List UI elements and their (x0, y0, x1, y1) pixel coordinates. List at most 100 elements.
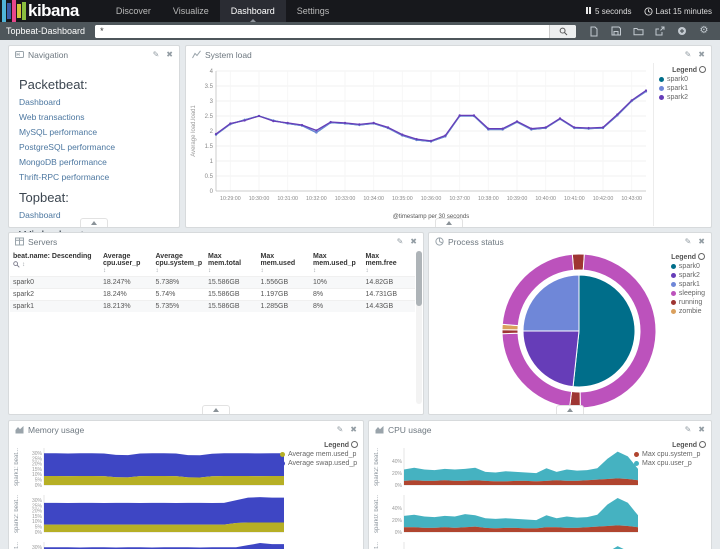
panel-header: System load ✎ ✖ (186, 46, 711, 63)
edit-icon[interactable]: ✎ (685, 425, 692, 434)
column-header[interactable]: Max mem.total ↕ (205, 251, 258, 277)
table-cell: 1.556GB (257, 276, 310, 289)
scrollbar-track[interactable] (416, 251, 422, 404)
table-cell: 18.213% (100, 300, 153, 312)
share-button[interactable] (650, 24, 670, 38)
panel-header: CPU usage ✎ ✖ (369, 421, 711, 438)
nav-link[interactable]: Thrift-RPC performance (19, 172, 169, 182)
cpu-usage-chart[interactable]: spark2: beat... 40% 20% 0% spark0: beat... 40… (372, 445, 638, 549)
collapse-caret[interactable] (202, 405, 230, 414)
add-visualization-button[interactable] (672, 24, 692, 38)
table-row[interactable]: spark1 18.213% 5.735% 15.586GB 1.285GB 8% 14.4… (10, 300, 415, 312)
legend-entry[interactable]: zombie (670, 308, 705, 315)
svg-text:10:39:00: 10:39:00 (507, 196, 528, 202)
chevron-up-icon (91, 221, 97, 225)
legend-entry[interactable]: spark2 (670, 272, 705, 279)
system-load-legend: Legend spark0 spark1 spark2 (659, 66, 706, 101)
legend-entry[interactable]: Average swap.used_p (280, 460, 358, 467)
options-button[interactable]: ⚙ (694, 24, 714, 38)
panel-header: Servers ✎ ✖ (9, 233, 423, 250)
collapse-caret[interactable] (80, 218, 108, 227)
table-cell: 1.285GB (257, 300, 310, 312)
table-cell: 15.586GB (205, 288, 258, 301)
close-icon[interactable]: ✖ (166, 50, 173, 59)
load-dashboard-button[interactable] (628, 24, 648, 38)
refresh-interval-button[interactable]: 5 seconds (586, 6, 632, 16)
edit-icon[interactable]: ✎ (685, 237, 692, 246)
nav-section-heading: Packetbeat: (19, 77, 88, 92)
query-input[interactable] (95, 24, 549, 38)
column-header[interactable]: Average cpu.user_p ↕ (100, 251, 153, 277)
svg-text:0: 0 (210, 189, 214, 195)
scrollbar-thumb[interactable] (416, 251, 422, 306)
row-axis-label: spark0: beat... (12, 539, 22, 549)
sort-icon: ↕ (103, 268, 106, 274)
close-icon[interactable]: ✖ (698, 50, 705, 59)
legend-entry[interactable]: spark2 (659, 94, 706, 101)
legend-entry[interactable]: spark1 (670, 281, 705, 288)
table-cell: 15.586GB (205, 276, 258, 289)
svg-text:3: 3 (210, 99, 214, 105)
column-header[interactable]: Average cpu.system_p ↕ (153, 251, 206, 277)
svg-text:20%: 20% (392, 471, 403, 477)
svg-text:10:36:00: 10:36:00 (421, 196, 442, 202)
legend-entry[interactable]: Max cpu.user_p (634, 460, 706, 467)
edit-icon[interactable]: ✎ (337, 425, 344, 434)
save-dashboard-button[interactable] (606, 24, 626, 38)
legend-toggle-icon (698, 253, 705, 260)
search-button[interactable] (549, 24, 576, 38)
close-icon[interactable]: ✖ (698, 425, 705, 434)
legend-toggle[interactable]: Legend (659, 66, 706, 74)
query-input-wrap (95, 24, 576, 38)
column-header[interactable]: Max mem.free ↕ (363, 251, 416, 277)
table-row[interactable]: spark2 18.24% 5.74% 15.586GB 1.197GB 8% 14.731… (10, 288, 415, 301)
search-icon (559, 27, 567, 35)
legend-toggle[interactable]: Legend (671, 253, 705, 261)
nav-link[interactable]: Web transactions (19, 112, 169, 122)
panel-process-status: Process status ✎ ✖ Legend spark0 spark2 spa… (428, 232, 712, 415)
memory-usage-chart[interactable]: spark1: beat... 30% 25% 20% 15% 10% 5% 0% spark2… (12, 445, 284, 549)
legend-toggle[interactable]: Legend (280, 441, 358, 449)
new-dashboard-button[interactable] (584, 24, 604, 38)
nav-item-discover[interactable]: Discover (105, 0, 162, 22)
legend-entry[interactable]: spark0 (659, 76, 706, 83)
close-icon[interactable]: ✖ (410, 237, 417, 246)
search-icon (13, 261, 20, 268)
column-header[interactable]: beat.name: Descending ↕ (10, 251, 100, 277)
nav-item-settings[interactable]: Settings (286, 0, 341, 22)
close-icon[interactable]: ✖ (350, 425, 357, 434)
edit-icon[interactable]: ✎ (685, 50, 692, 59)
svg-text:10:35:00: 10:35:00 (392, 196, 413, 202)
column-header[interactable]: Max mem.used ↕ (258, 251, 311, 277)
legend-color-dot (670, 291, 676, 296)
nav-link[interactable]: PostgreSQL performance (19, 142, 169, 152)
nav-link[interactable]: MongoDB performance (19, 157, 169, 167)
time-range-button[interactable]: Last 15 minutes (643, 7, 712, 16)
system-load-chart[interactable]: 4 3.5 3 2.5 2 1.5 1 0.5 0 10:29:00 10:30:00 10:31:0… (188, 65, 650, 226)
pause-icon (586, 6, 592, 16)
new-document-icon (590, 26, 598, 36)
svg-text:10:41:00: 10:41:00 (564, 196, 585, 202)
legend-toggle[interactable]: Legend (634, 441, 706, 449)
collapse-caret[interactable] (556, 405, 584, 414)
legend-entry[interactable]: spark0 (670, 263, 705, 270)
legend-entry[interactable]: sleeping (670, 290, 705, 297)
nav-link[interactable]: MySQL performance (19, 127, 169, 137)
collapse-caret[interactable] (434, 218, 463, 227)
edit-icon[interactable]: ✎ (153, 50, 160, 59)
legend-entry[interactable]: Max cpu.system_p (634, 451, 706, 458)
nav-item-dashboard[interactable]: Dashboard (219, 0, 286, 22)
column-header[interactable]: Max mem.used_p ↕ (310, 251, 363, 277)
nav-link[interactable]: Dashboard (19, 97, 169, 107)
ring-segment-running[interactable] (571, 253, 585, 271)
edit-icon[interactable]: ✎ (397, 237, 404, 246)
legend-entry[interactable]: Average mem.used_p (280, 451, 358, 458)
table-row[interactable]: spark0 18.247% 5.738% 15.586GB 1.556GB 10% 14.… (10, 276, 415, 289)
legend-entry[interactable]: spark1 (659, 85, 706, 92)
nav-item-visualize[interactable]: Visualize (162, 0, 220, 22)
kibana-logo[interactable]: kibana (0, 0, 79, 22)
table-cell: 14.731GB (362, 288, 415, 301)
close-icon[interactable]: ✖ (698, 237, 705, 246)
legend-entry[interactable]: running (670, 299, 705, 306)
row-axis-label: spark2: beat... (374, 447, 380, 487)
